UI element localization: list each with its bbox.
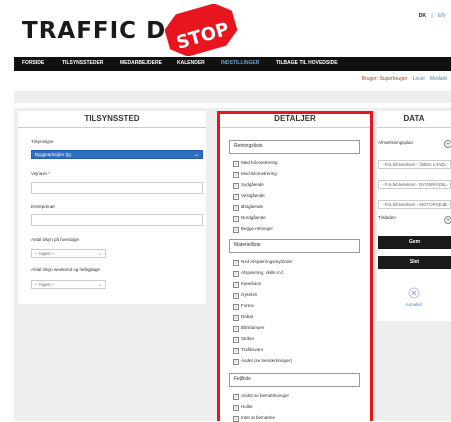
add-icon[interactable]: +	[444, 140, 451, 148]
gem-button[interactable]: Gem	[378, 236, 451, 249]
weekend-value: -- Ingen --	[35, 282, 55, 287]
lang-en[interactable]: EN	[438, 13, 445, 19]
chevron-down-icon: ⌄	[442, 162, 447, 168]
lang-separator: |	[431, 13, 433, 19]
medarb-link[interactable]: Medarb	[430, 76, 447, 82]
nav-item-medarbejdere[interactable]: MEDARBEJDERE	[120, 60, 162, 66]
highlight-box	[217, 111, 373, 421]
lang-dk[interactable]: DK	[419, 13, 426, 19]
nav-item-kalender[interactable]: KALENDER	[177, 60, 205, 66]
tilsynssted-title: TILSYNSSTED	[84, 114, 140, 123]
slet-button[interactable]: Slet	[378, 256, 451, 269]
chevron-down-icon: ⌄	[97, 251, 102, 257]
tilsynstype-value: Byggearbejder (tg	[35, 152, 71, 157]
plan-select-1[interactable]: - Fra bibliotekset - ÅBEN LAND - ⌄	[378, 160, 451, 169]
plan-select-3[interactable]: - Fra bibliotekset - MOTORVEJE - ⌄	[378, 200, 451, 209]
annuller-link[interactable]: Annuller	[398, 302, 430, 307]
hverdage-value: -- Ingen --	[35, 251, 55, 256]
sub-band	[14, 91, 451, 103]
main-nav: FORSIDE TILSYNSSTEDER MEDARBEJDERE KALEN…	[14, 57, 451, 71]
nav-item-forside[interactable]: FORSIDE	[22, 60, 44, 66]
tilsynstype-select[interactable]: Byggearbejder (tg ⌄	[31, 150, 203, 159]
current-user: Bruger: Superbruger	[361, 76, 408, 82]
close-circle-icon[interactable]	[408, 287, 420, 299]
add-icon[interactable]: +	[444, 216, 451, 224]
weekend-select[interactable]: -- Ingen -- ⌄	[31, 280, 106, 289]
nav-item-tilbage[interactable]: TILBAGE TIL HOVEDSIDE	[276, 60, 338, 66]
weekend-label: Antal tilsyn weekend og helligdage	[31, 267, 101, 272]
stop-sign-icon: STOP	[164, 4, 238, 56]
vejnavn-input[interactable]	[31, 182, 203, 194]
plan-select-2[interactable]: - Fra bibliotekset - BYOMRÅDE - ⌄	[378, 180, 451, 189]
chevron-down-icon: ⌄	[442, 202, 447, 208]
tilsynstype-label: Tilsynstype	[31, 139, 54, 144]
chevron-down-icon: ⌄	[193, 152, 199, 158]
afmaerkningsplan-label: Afmærkningsplan	[378, 140, 414, 145]
nav-item-indstillinger[interactable]: INDSTILLINGER	[221, 60, 259, 66]
language-switcher: DK | EN	[417, 13, 447, 19]
nav-item-tilsynssteder[interactable]: TILSYNSSTEDER	[62, 60, 103, 66]
vejnavn-label: Vejnavn *	[31, 171, 51, 176]
data-title: DATA	[403, 114, 425, 123]
chevron-down-icon: ⌄	[442, 182, 447, 188]
hverdage-label: Antal tilsyn på hverdage	[31, 237, 80, 242]
chevron-down-icon: ⌄	[97, 282, 102, 288]
user-bar: Bruger: Superbruger Locel Medarb	[362, 76, 447, 82]
hverdage-select[interactable]: -- Ingen -- ⌄	[31, 249, 106, 258]
entreprenor-input[interactable]	[31, 214, 203, 226]
entreprenor-label: Entreprenør	[31, 204, 56, 209]
divider	[18, 127, 206, 128]
lock-link[interactable]: Locel	[413, 76, 425, 82]
divider	[377, 127, 451, 128]
tilsladen-label: Tilsladen	[378, 215, 396, 220]
